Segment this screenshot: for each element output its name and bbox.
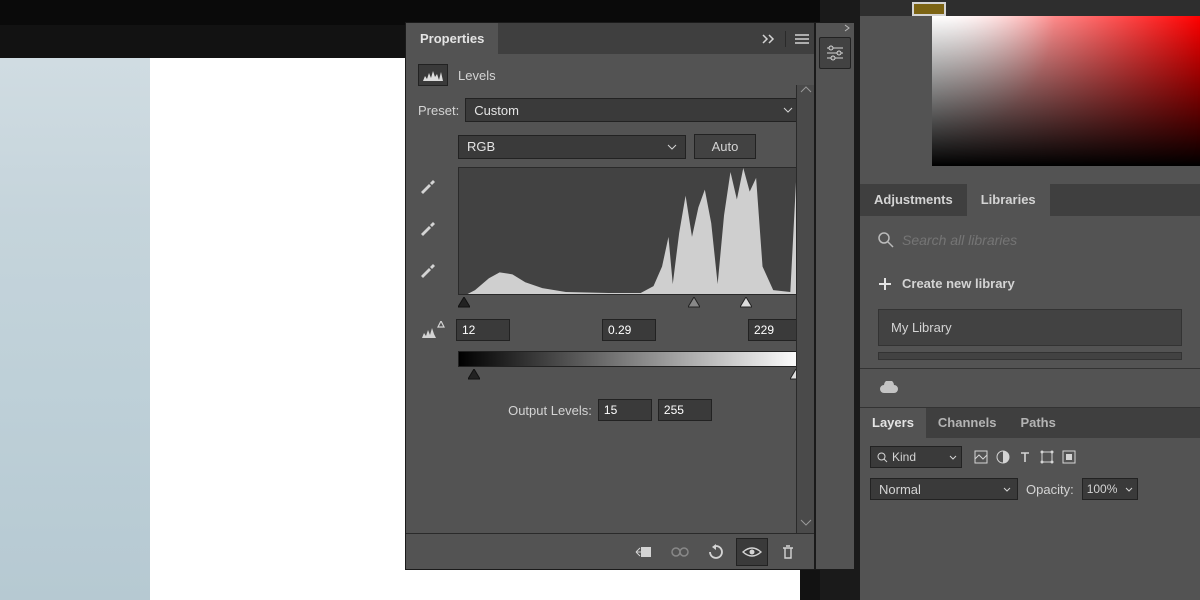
- input-levels-row: [406, 315, 814, 351]
- histogram[interactable]: [458, 167, 802, 295]
- color-picker[interactable]: [932, 16, 1200, 166]
- scrollbar-down-arrow-icon[interactable]: [797, 517, 814, 529]
- adjustments-shortcut-icon[interactable]: [819, 37, 851, 69]
- create-library-label: Create new library: [902, 276, 1015, 291]
- layer-filter-row: Kind: [860, 438, 1200, 476]
- input-white-slider[interactable]: [740, 297, 752, 309]
- output-sliders-track[interactable]: [458, 369, 802, 383]
- cloud-sync-row: [860, 368, 1200, 408]
- collapsed-panel-strip: [815, 22, 855, 570]
- blend-mode-row: Normal Opacity: 100%: [860, 476, 1200, 506]
- panel-scrollbar[interactable]: [796, 85, 814, 533]
- reset-icon[interactable]: [700, 538, 732, 566]
- adjustment-name-label: Levels: [458, 68, 496, 83]
- histogram-row: [406, 167, 814, 295]
- collapse-panel-icon[interactable]: [757, 27, 781, 51]
- chevron-down-icon: [1125, 487, 1133, 492]
- output-black-field[interactable]: [598, 399, 652, 421]
- chevron-down-icon: [1003, 487, 1011, 492]
- kind-label: Kind: [892, 450, 916, 464]
- tab-channels[interactable]: Channels: [926, 408, 1009, 438]
- strip-expand-arrow-icon[interactable]: [816, 23, 854, 35]
- levels-icon: [418, 64, 448, 86]
- blend-mode-value: Normal: [879, 482, 921, 497]
- toggle-visibility-icon[interactable]: [736, 538, 768, 566]
- search-icon: [878, 232, 894, 248]
- delete-adjustment-icon[interactable]: [772, 538, 804, 566]
- filter-type-icon[interactable]: [1018, 450, 1032, 464]
- input-black-slider[interactable]: [458, 297, 470, 309]
- auto-button[interactable]: Auto: [694, 134, 756, 159]
- tab-paths[interactable]: Paths: [1008, 408, 1067, 438]
- plus-icon: [878, 277, 892, 291]
- right-dock: Adjustments Libraries Create new library…: [860, 0, 1200, 600]
- library-item[interactable]: My Library: [878, 309, 1182, 346]
- panel-tab-bar: Properties: [406, 23, 814, 54]
- blend-mode-select[interactable]: Normal: [870, 478, 1018, 500]
- output-black-slider[interactable]: [468, 369, 480, 381]
- preset-value: Custom: [474, 103, 519, 118]
- library-item-label: My Library: [891, 320, 952, 335]
- foreground-swatch[interactable]: [912, 2, 946, 16]
- adjustment-type-row: Levels: [406, 54, 814, 96]
- cloud-icon[interactable]: [878, 381, 900, 395]
- filter-adjustment-icon[interactable]: [996, 450, 1010, 464]
- layer-filter-icons: [974, 450, 1076, 464]
- swatch-color: [914, 4, 944, 14]
- create-library-button[interactable]: Create new library: [878, 276, 1182, 291]
- filter-pixel-icon[interactable]: [974, 450, 988, 464]
- input-sliders-track[interactable]: [458, 297, 802, 311]
- swatch-row: [860, 0, 1200, 16]
- tab-layers[interactable]: Layers: [860, 408, 926, 438]
- eyedropper-column: [418, 167, 446, 295]
- black-point-eyedropper-icon[interactable]: [418, 175, 440, 197]
- white-point-eyedropper-icon[interactable]: [418, 259, 440, 281]
- filter-shape-icon[interactable]: [1040, 450, 1054, 464]
- opacity-label: Opacity:: [1026, 482, 1074, 497]
- properties-tab[interactable]: Properties: [406, 23, 498, 54]
- preset-row: Preset: Custom: [406, 96, 814, 130]
- chevron-down-icon: [667, 144, 677, 150]
- output-levels-row: Output Levels:: [406, 387, 814, 421]
- libraries-body: Create new library My Library: [860, 216, 1200, 360]
- opacity-value: 100%: [1087, 482, 1118, 496]
- input-gamma-field[interactable]: [602, 319, 656, 341]
- input-white-field[interactable]: [748, 319, 802, 341]
- properties-panel: Properties Levels Preset: Custom RGB Aut…: [405, 22, 815, 570]
- tab-adjustments[interactable]: Adjustments: [860, 184, 967, 216]
- gray-point-eyedropper-icon[interactable]: [418, 217, 440, 239]
- chevron-down-icon: [949, 455, 957, 460]
- preset-select[interactable]: Custom: [465, 98, 802, 122]
- output-gradient: [458, 351, 802, 367]
- canvas-image-edge: [0, 58, 150, 600]
- libraries-tab-row: Adjustments Libraries: [860, 184, 1200, 216]
- clipping-warning-icon[interactable]: [418, 321, 448, 339]
- channel-row: RGB Auto: [406, 130, 814, 167]
- panel-menu-icon[interactable]: [790, 27, 814, 51]
- preset-label: Preset:: [418, 103, 459, 118]
- auto-label: Auto: [712, 139, 739, 154]
- filter-smartobject-icon[interactable]: [1062, 450, 1076, 464]
- opacity-field[interactable]: 100%: [1082, 478, 1138, 500]
- chevron-down-icon: [783, 107, 793, 113]
- panel-footer: [406, 533, 814, 569]
- output-levels-label: Output Levels:: [508, 403, 592, 418]
- channel-value: RGB: [467, 139, 495, 154]
- library-item[interactable]: [878, 352, 1182, 360]
- layer-kind-select[interactable]: Kind: [870, 446, 962, 468]
- output-white-field[interactable]: [658, 399, 712, 421]
- scrollbar-thumb[interactable]: [799, 85, 812, 111]
- divider: [785, 31, 786, 47]
- library-search-input[interactable]: [902, 232, 1182, 248]
- input-black-field[interactable]: [456, 319, 510, 341]
- channel-select[interactable]: RGB: [458, 135, 686, 159]
- input-values: [456, 319, 802, 341]
- clip-to-layer-icon[interactable]: [628, 538, 660, 566]
- layers-tab-row: Layers Channels Paths: [860, 408, 1200, 438]
- tab-libraries[interactable]: Libraries: [967, 184, 1050, 216]
- library-search-row: [878, 232, 1182, 248]
- input-gamma-slider[interactable]: [688, 297, 700, 309]
- search-icon: [877, 452, 888, 463]
- view-previous-state-icon[interactable]: [664, 538, 696, 566]
